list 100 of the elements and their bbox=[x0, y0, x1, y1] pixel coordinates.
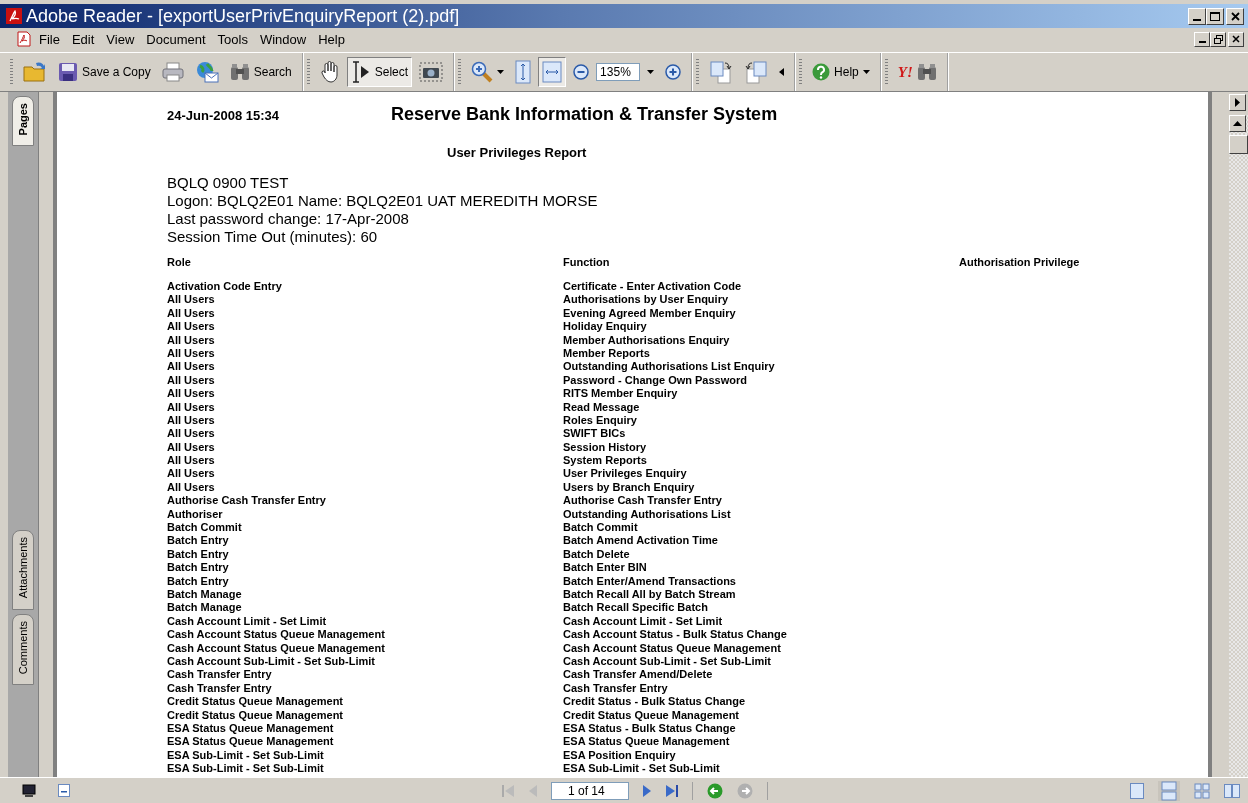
table-cell-text: Activation Code Entry bbox=[167, 280, 283, 294]
table-cell-text: Member Reports bbox=[563, 346, 651, 361]
table-cell-text: RITS Member Enquiry bbox=[563, 387, 679, 401]
menu-item[interactable]: Help bbox=[313, 30, 350, 48]
close-button[interactable] bbox=[1226, 7, 1244, 25]
table-cell-text: Cash Transfer Entry bbox=[167, 681, 273, 696]
side-tab[interactable]: Attachments bbox=[12, 530, 34, 610]
expand-panel-button[interactable] bbox=[1229, 94, 1246, 111]
table-cell-text: All Users bbox=[167, 333, 216, 347]
side-tab[interactable]: Pages bbox=[12, 96, 34, 147]
table-cell-text: Batch Entry bbox=[167, 547, 230, 562]
table-cell-text: Outstanding Authorisations List bbox=[563, 507, 732, 522]
table-cell-text: Batch Commit bbox=[167, 521, 243, 535]
zoom-field[interactable]: 135% bbox=[596, 63, 641, 81]
menu-item[interactable]: Tools bbox=[212, 30, 253, 48]
next-page-icon[interactable] bbox=[643, 783, 652, 798]
table-cell-text: Evening Agreed Member Enquiry bbox=[563, 306, 737, 321]
single-page-icon[interactable] bbox=[1130, 782, 1144, 799]
help-button[interactable]: Help bbox=[808, 59, 874, 85]
table-cell-text: Cash Transfer Entry bbox=[167, 668, 273, 682]
table-cell-text: Cash Account Status Queue Management bbox=[167, 641, 386, 655]
magnifier-icon bbox=[471, 61, 494, 83]
table-cell-text: Batch Delete bbox=[563, 547, 631, 562]
table-cell-text: Batch Commit bbox=[563, 521, 639, 535]
rotate-page-icon bbox=[709, 60, 734, 84]
column-header: Function bbox=[563, 256, 611, 268]
select-tool-button[interactable]: Select bbox=[346, 57, 413, 87]
table-cell-text: ESA Sub-Limit - Set Sub-Limit bbox=[563, 762, 721, 776]
report-info-line: Session Time Out (minutes): 60 bbox=[167, 228, 379, 246]
fit-width-icon bbox=[542, 61, 563, 83]
table-cell-text: Batch Manage bbox=[167, 588, 243, 602]
monitor-icon[interactable] bbox=[22, 783, 36, 798]
table-cell-text: Credit Status Queue Management bbox=[167, 695, 345, 709]
report-timestamp: 24-Jun-2008 15:34 bbox=[167, 108, 280, 123]
table-cell-text: Cash Account Status - Bulk Status Change bbox=[563, 628, 788, 642]
hand-icon bbox=[319, 61, 340, 83]
table-cell-text: All Users bbox=[167, 320, 216, 334]
zoom-in-icon bbox=[665, 64, 682, 80]
table-cell-text: ESA Status Queue Management bbox=[563, 735, 731, 749]
close-icon bbox=[1230, 11, 1240, 21]
minimize-document-button[interactable] bbox=[1194, 31, 1210, 47]
binoculars-icon bbox=[916, 63, 937, 81]
search-button[interactable]: Search bbox=[225, 59, 296, 85]
app-icon bbox=[6, 8, 22, 24]
table-cell-text: SWIFT BICs bbox=[563, 427, 627, 441]
fit-width-button[interactable] bbox=[538, 57, 567, 87]
table-cell-text: Batch Amend Activation Time bbox=[563, 534, 719, 548]
table-cell-text: All Users bbox=[167, 454, 216, 468]
window-icon[interactable] bbox=[58, 784, 70, 797]
table-cell-text: Batch Entry bbox=[167, 574, 230, 588]
panel-splitter[interactable] bbox=[38, 92, 57, 777]
help-icon bbox=[812, 63, 831, 81]
window-title: Adobe Reader - [exportUserPrivEnquiryReport (2).pdf] bbox=[26, 5, 460, 27]
last-page-icon[interactable] bbox=[666, 783, 678, 798]
table-cell-text: User Privileges Enquiry bbox=[563, 467, 688, 481]
zoom-out-icon bbox=[573, 64, 590, 80]
table-cell-text: Cash Account Status Queue Management bbox=[563, 641, 782, 655]
table-cell-text: Holiday Enquiry bbox=[563, 320, 648, 334]
binoculars-icon bbox=[229, 63, 250, 81]
menu-item[interactable]: File bbox=[34, 30, 65, 48]
yahoo-search-button[interactable]: Y! bbox=[893, 59, 941, 85]
report-info-line: Last password change: 17-Apr-2008 bbox=[167, 210, 410, 228]
table-cell-text: Authoriser bbox=[167, 507, 224, 522]
side-tab[interactable]: Comments bbox=[12, 613, 34, 685]
save-copy-button[interactable]: Save a Copy bbox=[54, 58, 155, 86]
minimize-button[interactable] bbox=[1188, 7, 1206, 25]
table-cell-text: All Users bbox=[167, 427, 216, 441]
column-header: Authorisation Privilege bbox=[959, 256, 1081, 268]
page-number-field[interactable]: 1 of 14 bbox=[551, 781, 629, 800]
triangle-up-icon bbox=[1233, 121, 1242, 126]
scrollbar[interactable] bbox=[1229, 115, 1248, 777]
two-pages-icon[interactable] bbox=[1224, 783, 1240, 798]
scroll-up-button[interactable] bbox=[1229, 115, 1246, 132]
maximize-button[interactable] bbox=[1206, 7, 1224, 25]
table-cell-text: All Users bbox=[167, 400, 216, 414]
close-document-button[interactable] bbox=[1228, 31, 1244, 47]
close-icon bbox=[1232, 35, 1240, 43]
table-cell-text: ESA Position Enquiry bbox=[563, 748, 677, 763]
scroll-thumb[interactable] bbox=[1229, 135, 1248, 154]
text-cursor-icon bbox=[350, 61, 371, 83]
table-cell-text: Member Authorisations Enquiry bbox=[563, 333, 731, 347]
menu-item[interactable]: Document bbox=[141, 30, 211, 48]
table-cell-text: All Users bbox=[167, 413, 216, 428]
table-cell-text: ESA Sub-Limit - Set Sub-Limit bbox=[167, 762, 325, 776]
table-cell-text: Batch Entry bbox=[167, 534, 230, 548]
table-cell-text: Users by Branch Enquiry bbox=[563, 480, 696, 495]
report-title: Reserve Bank Information & Transfer System bbox=[391, 104, 778, 125]
table-cell-text: Session History bbox=[563, 440, 648, 455]
menu-item[interactable]: View bbox=[101, 30, 140, 48]
back-icon[interactable] bbox=[707, 782, 723, 799]
menu-item[interactable]: Edit bbox=[66, 30, 100, 48]
report-info-line: BQLQ 0900 TEST bbox=[167, 174, 290, 192]
menu-item[interactable]: Window bbox=[254, 30, 312, 48]
table-cell-text: ESA Sub-Limit - Set Sub-Limit bbox=[167, 748, 325, 763]
table-cell-text: Batch Enter BIN bbox=[563, 561, 648, 575]
table-cell-text: Cash Account Limit - Set Limit bbox=[167, 614, 328, 629]
table-cell-text: Cash Account Sub-Limit - Set Sub-Limit bbox=[563, 654, 772, 669]
rotate-page-icon bbox=[744, 60, 769, 84]
table-cell-text: Credit Status Queue Management bbox=[563, 708, 741, 722]
restore-document-button[interactable] bbox=[1210, 31, 1226, 47]
